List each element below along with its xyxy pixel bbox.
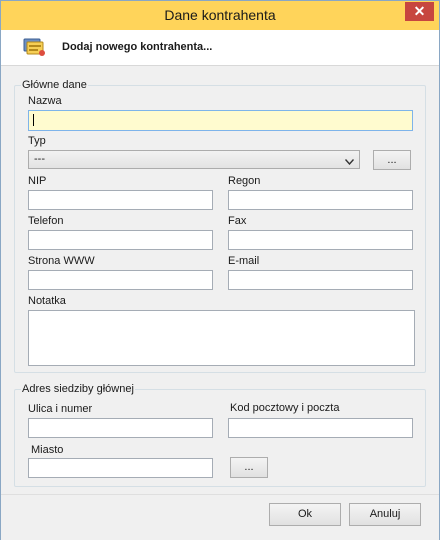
window-title: Dane kontrahenta [164, 7, 276, 23]
city-input[interactable] [28, 458, 213, 478]
city-label: Miasto [31, 444, 64, 456]
city-more-button[interactable]: ... [230, 457, 268, 478]
www-label: Strona WWW [28, 255, 95, 267]
chevron-down-icon [344, 156, 355, 168]
telefon-input[interactable] [28, 230, 213, 250]
typ-select[interactable]: --- [28, 150, 360, 169]
www-input[interactable] [28, 270, 213, 290]
notatka-label: Notatka [28, 295, 66, 307]
typ-label: Typ [28, 135, 46, 147]
title-bar[interactable]: Dane kontrahenta ✕ [1, 1, 439, 30]
text-caret [33, 114, 34, 126]
notatka-textarea[interactable] [28, 310, 415, 366]
ok-button[interactable]: Ok [269, 503, 341, 526]
dialog-window: Dane kontrahenta ✕ Dodaj nowego kontrahe… [0, 0, 440, 540]
nip-label: NIP [28, 175, 47, 187]
typ-more-button[interactable]: ... [373, 150, 411, 170]
nazwa-label: Nazwa [28, 95, 62, 107]
postal-input[interactable] [228, 418, 413, 438]
main-data-legend: Główne dane [21, 79, 88, 92]
dialog-footer: Ok Anuluj [1, 494, 439, 540]
fax-label: Fax [228, 215, 247, 227]
telefon-label: Telefon [28, 215, 64, 227]
header-banner: Dodaj nowego kontrahenta... [1, 30, 439, 66]
email-input[interactable] [228, 270, 413, 290]
regon-label: Regon [228, 175, 261, 187]
email-label: E-mail [228, 255, 260, 267]
contacts-icon [21, 36, 47, 61]
header-title: Dodaj nowego kontrahenta... [62, 41, 213, 53]
street-input[interactable] [28, 418, 213, 438]
close-icon: ✕ [413, 3, 426, 19]
fax-input[interactable] [228, 230, 413, 250]
nip-input[interactable] [28, 190, 213, 210]
postal-label: Kod pocztowy i poczta [230, 402, 340, 414]
close-button[interactable]: ✕ [405, 2, 434, 21]
typ-selected-value: --- [34, 153, 45, 165]
street-label: Ulica i numer [28, 403, 93, 415]
nazwa-input[interactable] [28, 110, 413, 131]
address-legend: Adres siedziby głównej [21, 383, 135, 396]
cancel-button[interactable]: Anuluj [349, 503, 421, 526]
regon-input[interactable] [228, 190, 413, 210]
